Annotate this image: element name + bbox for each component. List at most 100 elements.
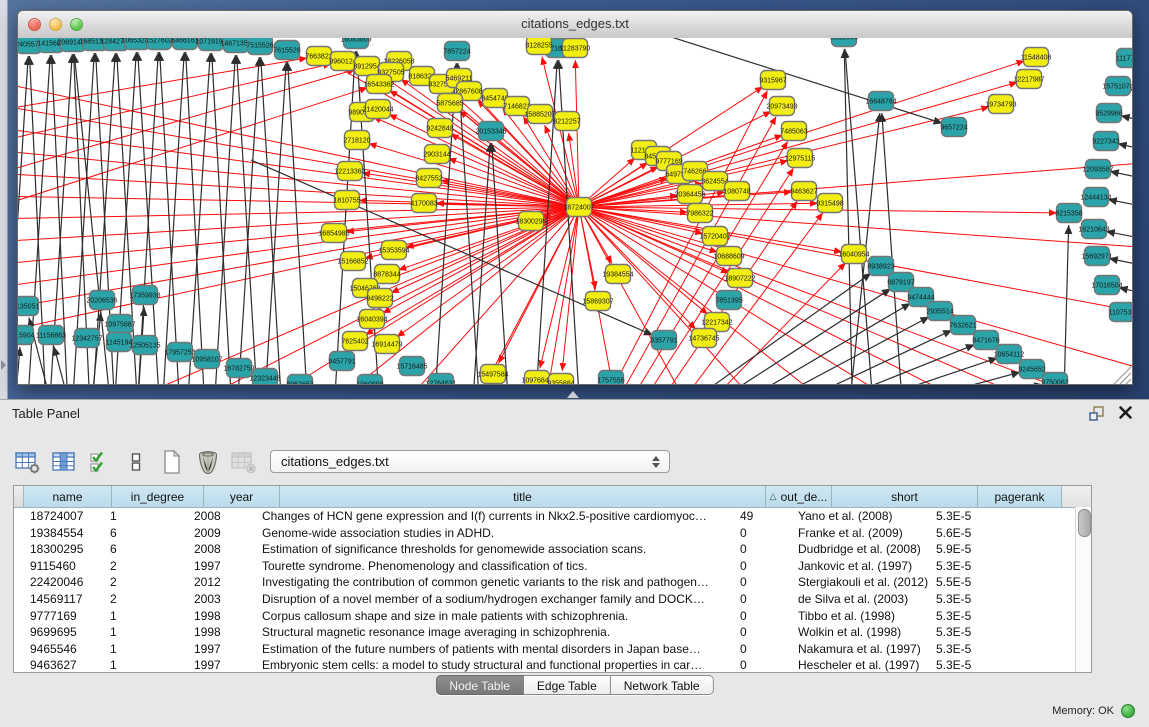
graph-node[interactable] <box>1106 77 1131 96</box>
table-cell[interactable]: Disruption of a novel member of a sodium… <box>254 591 732 608</box>
graph-edge[interactable] <box>237 55 259 384</box>
graph-node[interactable] <box>481 365 506 384</box>
table-row[interactable]: 1872400712008Changes of HCN gene express… <box>14 508 1091 525</box>
table-cell[interactable]: 1997 <box>186 558 254 575</box>
graph-node[interactable] <box>344 38 369 49</box>
graph-node[interactable] <box>375 265 400 284</box>
table-cell[interactable]: Tibbo et al. (1998) <box>790 608 928 625</box>
graph-node[interactable] <box>525 371 550 385</box>
graph-node[interactable] <box>555 112 580 131</box>
graph-node[interactable] <box>688 204 713 223</box>
table-cell[interactable]: 6 <box>102 541 186 558</box>
graph-node[interactable] <box>338 162 363 181</box>
collapse-left-arrow-icon[interactable] <box>1 360 6 370</box>
graph-edge[interactable] <box>1110 171 1132 187</box>
graph-edge[interactable] <box>373 117 579 207</box>
graph-node[interactable] <box>288 375 313 385</box>
graph-node[interactable] <box>147 38 172 50</box>
graph-edge[interactable] <box>161 52 184 384</box>
table-row[interactable]: 1830029562008Estimation of significance … <box>14 541 1091 558</box>
graph-node[interactable] <box>355 57 380 76</box>
graph-node[interactable] <box>248 38 273 55</box>
table-cell[interactable]: 5.3E-5 <box>928 508 1004 525</box>
graph-edge[interactable] <box>1108 199 1132 215</box>
graph-edge[interactable] <box>212 53 233 384</box>
graph-edge[interactable] <box>601 116 776 384</box>
graph-node[interactable] <box>717 247 742 266</box>
graph-node[interactable] <box>842 245 867 264</box>
graph-node[interactable] <box>90 291 115 310</box>
graph-node[interactable] <box>792 182 817 201</box>
graph-node[interactable] <box>703 227 728 246</box>
table-cell[interactable]: 5.3E-5 <box>928 591 1004 608</box>
graph-node[interactable] <box>818 194 843 213</box>
table-cell[interactable]: 2 <box>102 558 186 575</box>
table-cell[interactable]: Dudbridge et al. (2008) <box>790 541 928 558</box>
graph-node[interactable] <box>1110 303 1133 322</box>
graph-node[interactable] <box>1082 220 1107 239</box>
table-cell[interactable]: 1998 <box>186 608 254 625</box>
graph-node[interactable] <box>692 329 717 348</box>
table-cell[interactable]: 9777169 <box>22 608 102 625</box>
column-header-in-degree[interactable]: in_degree <box>112 486 204 507</box>
table-cell[interactable]: 5.3E-5 <box>928 558 1004 575</box>
table-cell[interactable]: Hescheler et al. (1997) <box>790 657 928 673</box>
row-height-icon[interactable] <box>122 449 149 476</box>
graph-node[interactable] <box>652 331 677 350</box>
graph-node[interactable] <box>606 265 631 284</box>
graph-node[interactable] <box>728 269 753 288</box>
graph-node[interactable] <box>412 194 437 213</box>
graph-node[interactable] <box>951 316 976 335</box>
table-cell[interactable]: Jankovic et al. (1997) <box>790 558 928 575</box>
graph-node[interactable] <box>417 169 442 188</box>
table-cell[interactable]: Yano et al. (2008) <box>790 508 928 525</box>
graph-node[interactable] <box>341 252 366 271</box>
table-cell[interactable]: 0 <box>732 641 790 658</box>
table-cell[interactable]: 0 <box>732 574 790 591</box>
table-cell[interactable]: 5.5E-5 <box>928 574 1004 591</box>
table-cell[interactable]: 5.3E-5 <box>928 624 1004 641</box>
table-cell[interactable]: 0 <box>732 558 790 575</box>
graph-node[interactable] <box>1084 188 1109 207</box>
graph-node[interactable] <box>1057 204 1082 223</box>
graph-node[interactable] <box>563 39 588 58</box>
window-titlebar[interactable]: citations_edges.txt <box>18 11 1132 39</box>
table-cell[interactable]: Structural magnetic resonance image aver… <box>254 624 732 641</box>
graph-edge[interactable] <box>492 143 510 384</box>
collapse-bottom-arrow-icon[interactable] <box>567 391 579 398</box>
table-cell[interactable]: 0 <box>732 525 790 542</box>
column-header-pagerank[interactable]: pagerank <box>978 486 1062 507</box>
table-row[interactable]: 946362711997Embryonic stem cells: a mode… <box>14 657 1091 673</box>
graph-node[interactable] <box>505 97 530 116</box>
table-cell[interactable]: Tourette syndrome. Phenomenology and cla… <box>254 558 732 575</box>
float-panel-icon[interactable] <box>1089 406 1105 421</box>
graph-node[interactable] <box>307 47 332 66</box>
table-cell[interactable]: 1 <box>102 508 186 525</box>
graph-node[interactable] <box>382 241 407 260</box>
table-cell[interactable]: 5.3E-5 <box>928 657 1004 673</box>
graph-node[interactable] <box>108 315 133 334</box>
close-panel-icon[interactable] <box>1118 405 1133 420</box>
graph-node[interactable] <box>133 286 158 305</box>
graph-node[interactable] <box>479 122 504 141</box>
table-cell[interactable]: 5.3E-5 <box>928 641 1004 658</box>
table-cell[interactable]: Nakamura et al. (1997) <box>790 641 928 658</box>
table-cell[interactable]: 0 <box>732 591 790 608</box>
table-cell[interactable]: 2008 <box>186 541 254 558</box>
scrollbar-thumb[interactable] <box>1078 509 1091 537</box>
graph-node[interactable] <box>725 182 750 201</box>
table-cell[interactable]: 0 <box>732 657 790 673</box>
column-header-year[interactable]: year <box>204 486 280 507</box>
graph-node[interactable] <box>438 94 463 113</box>
table-cell[interactable]: 1 <box>102 624 186 641</box>
table-cell[interactable]: Embryonic stem cells: a model to study s… <box>254 657 732 673</box>
column-header-title[interactable]: title <box>280 486 766 507</box>
table-cell[interactable]: 2 <box>102 574 186 591</box>
graph-node[interactable] <box>322 224 347 243</box>
graph-node[interactable] <box>61 38 86 52</box>
graph-edge[interactable] <box>18 69 355 190</box>
graph-edge[interactable] <box>625 168 794 384</box>
select-rows-icon[interactable] <box>86 449 113 476</box>
graph-edge[interactable] <box>186 52 206 384</box>
graph-node[interactable] <box>869 92 894 111</box>
